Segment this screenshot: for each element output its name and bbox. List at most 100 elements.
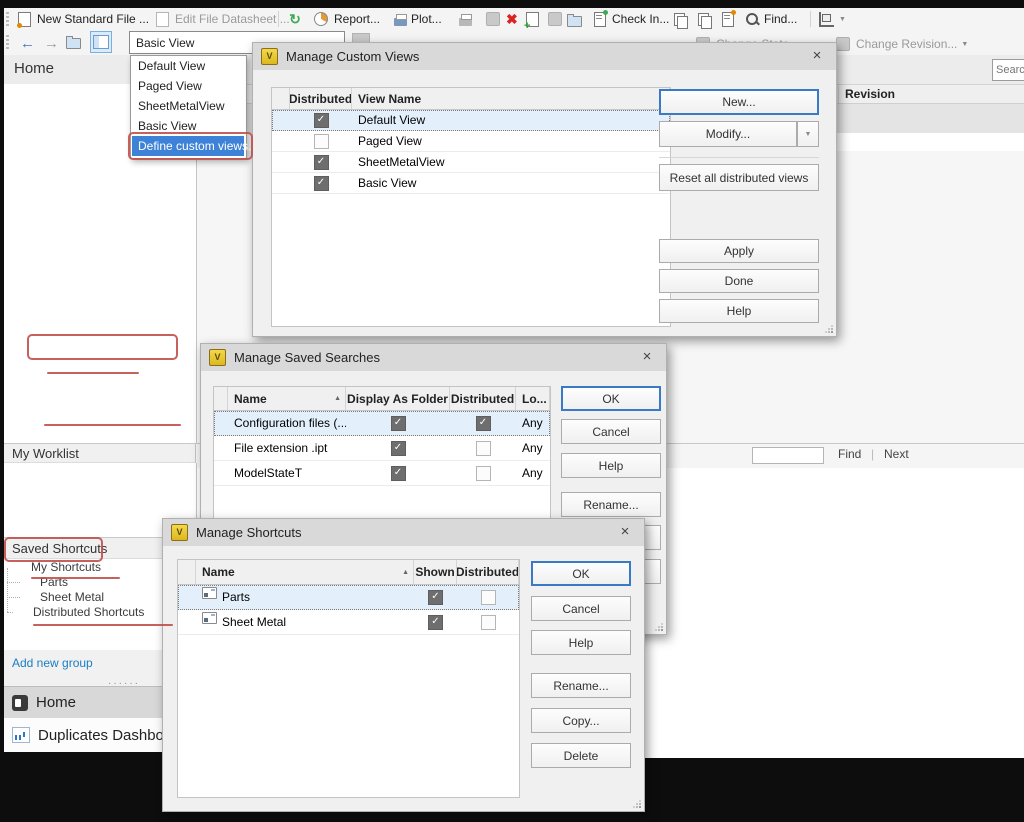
distributed-checkbox[interactable] bbox=[314, 134, 329, 149]
distributed-column-header[interactable]: Distributed bbox=[290, 88, 352, 109]
tree-item[interactable]: ▶ Wel le & Harness bbox=[0, 286, 196, 303]
distributed-column-header[interactable]: Distributed bbox=[457, 560, 519, 584]
tree-item[interactable]: ▶ Tran Annotation bbox=[0, 234, 196, 251]
tree-item[interactable]: ▼ Tube Exchange bbox=[0, 252, 196, 269]
plot-button[interactable]: Plot... bbox=[394, 8, 442, 30]
apply-button[interactable]: Apply bbox=[659, 239, 819, 263]
display-as-folder-checkbox[interactable] bbox=[391, 441, 406, 456]
rename-button[interactable]: Rename... bbox=[561, 492, 661, 517]
tree-item[interactable]: ▼ Distributed Searches bbox=[0, 405, 196, 422]
tree-item[interactable]: ▶ S bbox=[0, 166, 196, 183]
close-icon[interactable]: × bbox=[616, 523, 634, 541]
check-out-button[interactable] bbox=[720, 8, 736, 30]
distributed-checkbox[interactable] bbox=[481, 615, 496, 630]
new-button[interactable]: New... bbox=[659, 89, 819, 115]
toolbar-grip[interactable] bbox=[6, 12, 9, 26]
display-as-folder-column-header[interactable]: Display As Folder bbox=[346, 387, 450, 410]
refresh-button[interactable]: ↻ bbox=[287, 8, 303, 30]
help-button[interactable]: Help bbox=[659, 299, 819, 323]
folder-tool-button[interactable] bbox=[567, 8, 582, 30]
distributed-checkbox[interactable] bbox=[481, 590, 496, 605]
tree-item[interactable]: ▶ emblies bbox=[0, 269, 196, 286]
go-up-button[interactable] bbox=[66, 32, 81, 54]
dialog-titlebar[interactable]: V Manage Saved Searches bbox=[201, 344, 666, 371]
shown-checkbox[interactable] bbox=[428, 615, 443, 630]
tree-item[interactable]: I, bbox=[0, 217, 196, 234]
tree-item[interactable]: ▶ Part nter Files bbox=[0, 183, 196, 200]
find-input[interactable] bbox=[752, 447, 824, 464]
delete-button[interactable]: Delete bbox=[531, 743, 631, 768]
name-column-header[interactable]: Name ▲ bbox=[228, 387, 346, 410]
distributed-column-header[interactable]: Distributed bbox=[450, 387, 516, 410]
distributed-checkbox[interactable] bbox=[314, 155, 329, 170]
help-button[interactable]: Help bbox=[561, 453, 661, 478]
next-link[interactable]: Next bbox=[884, 447, 909, 461]
dropdown-item[interactable]: Default View bbox=[132, 56, 244, 76]
display-as-folder-checkbox[interactable] bbox=[391, 466, 406, 481]
add-new-group-link[interactable]: Add new group bbox=[12, 656, 93, 670]
reset-distributed-views-button[interactable]: Reset all distributed views bbox=[659, 164, 819, 191]
distributed-checkbox[interactable] bbox=[314, 176, 329, 191]
cancel-button[interactable]: Cancel bbox=[561, 419, 661, 444]
dialog-titlebar[interactable]: V Manage Custom Views bbox=[253, 43, 836, 70]
cancel-button[interactable]: Cancel bbox=[531, 596, 631, 621]
toolbar-grip[interactable] bbox=[6, 35, 9, 49]
find-button[interactable]: Find... bbox=[744, 8, 797, 30]
distributed-checkbox[interactable] bbox=[476, 416, 491, 431]
close-icon[interactable]: × bbox=[808, 47, 826, 65]
dropdown-item[interactable]: SheetMetalView bbox=[132, 96, 244, 116]
copy-design-button[interactable] bbox=[672, 8, 687, 30]
resize-grip[interactable] bbox=[633, 800, 641, 808]
shortcut-name-cell: Parts bbox=[222, 590, 250, 604]
check-out-icon bbox=[722, 12, 734, 27]
check-in-button[interactable]: Check In... bbox=[592, 8, 669, 30]
dialog-titlebar[interactable]: V Manage Shortcuts bbox=[163, 519, 644, 546]
my-worklist-header[interactable]: My Worklist bbox=[4, 443, 196, 463]
tree-item[interactable]: Sample: Report Generator bbox=[0, 303, 196, 320]
revision-column-header[interactable]: Revision bbox=[845, 87, 895, 101]
distributed-checkbox[interactable] bbox=[314, 113, 329, 128]
ok-button[interactable]: OK bbox=[561, 386, 661, 411]
resize-grip[interactable] bbox=[825, 325, 833, 333]
shown-column-header[interactable]: Shown bbox=[414, 560, 457, 584]
packages-button[interactable]: ▼ bbox=[818, 8, 846, 30]
done-button[interactable]: Done bbox=[659, 269, 819, 293]
tree-item[interactable]: ModelStateT bbox=[0, 388, 196, 405]
dropdown-item[interactable]: Paged View bbox=[132, 76, 244, 96]
resize-grip[interactable] bbox=[655, 623, 663, 631]
name-column-header[interactable]: Name ▲ bbox=[196, 560, 414, 584]
view-name-column-header[interactable]: View Name bbox=[352, 88, 670, 109]
back-button[interactable]: ← bbox=[20, 32, 35, 54]
new-standard-file-button[interactable]: New Standard File ... bbox=[16, 8, 149, 30]
ok-button[interactable]: OK bbox=[531, 561, 631, 586]
copy-button[interactable]: Copy... bbox=[531, 708, 631, 733]
table-row[interactable]: ▶ Paged View bbox=[272, 131, 670, 152]
table-row[interactable]: ▶ File extension .ipt Any bbox=[214, 436, 550, 461]
annotation-mark bbox=[31, 577, 120, 579]
location-column-header[interactable]: Lo... bbox=[516, 387, 550, 410]
table-row[interactable]: ▶ SheetMetalView bbox=[272, 152, 670, 173]
modify-dropdown-button[interactable]: ▼ bbox=[797, 121, 819, 147]
table-row[interactable]: ▶ Configuration files (... Any bbox=[214, 411, 550, 436]
distributed-checkbox[interactable] bbox=[476, 466, 491, 481]
tree-item[interactable]: ▼ Shee bbox=[0, 200, 196, 217]
table-row[interactable]: ▶ ModelStateT Any bbox=[214, 461, 550, 486]
table-row[interactable]: ▶ Parts bbox=[178, 585, 519, 610]
shown-checkbox[interactable] bbox=[428, 590, 443, 605]
distributed-checkbox[interactable] bbox=[476, 441, 491, 456]
search-input[interactable]: Search bbox=[992, 59, 1024, 81]
toggle-panel-button[interactable] bbox=[90, 31, 112, 53]
help-button[interactable]: Help bbox=[531, 630, 631, 655]
report-button[interactable]: Report... bbox=[312, 8, 380, 30]
find-link[interactable]: Find bbox=[838, 447, 861, 461]
table-row[interactable]: ▶ Sheet Metal bbox=[178, 610, 519, 635]
table-row[interactable]: ▶ Basic View bbox=[272, 173, 670, 194]
copy-design2-button[interactable] bbox=[696, 8, 711, 30]
rename-button[interactable]: Rename... bbox=[531, 673, 631, 698]
delete-button[interactable]: ✖ bbox=[506, 8, 518, 30]
table-row[interactable]: ▶ Default View bbox=[272, 110, 670, 131]
close-icon[interactable]: × bbox=[638, 348, 656, 366]
display-as-folder-checkbox[interactable] bbox=[391, 416, 406, 431]
new-file-plus-button[interactable] bbox=[524, 8, 541, 30]
modify-button[interactable]: Modify... bbox=[659, 121, 797, 147]
